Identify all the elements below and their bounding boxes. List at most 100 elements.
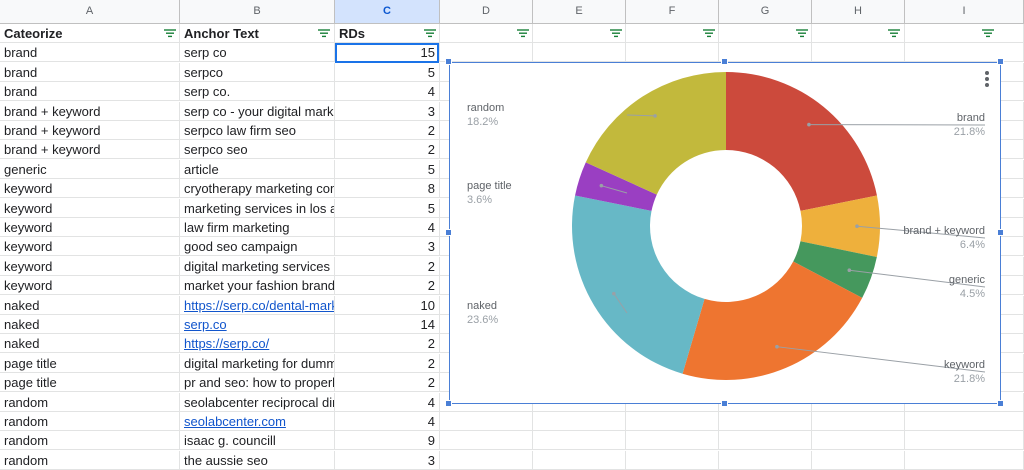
filter-icon-f[interactable] xyxy=(703,29,715,38)
cell-anchor-text[interactable]: serpco xyxy=(180,62,335,82)
cell-rds[interactable]: 5 xyxy=(335,62,440,82)
cell-anchor-text[interactable]: https://serp.co/ xyxy=(180,334,335,354)
cell-category[interactable]: keyword xyxy=(0,237,180,257)
chart-resize-handle[interactable] xyxy=(997,229,1004,236)
cell-empty[interactable] xyxy=(905,412,1024,431)
cell-anchor-text[interactable]: serp.co xyxy=(180,315,335,334)
filter-icon-d[interactable] xyxy=(517,29,529,38)
cell-category[interactable]: keyword xyxy=(0,256,180,276)
cell-empty[interactable] xyxy=(533,431,626,451)
column-header-e[interactable]: E xyxy=(533,0,626,23)
cell-anchor-text[interactable]: law firm marketing xyxy=(180,218,335,237)
cell-rds[interactable]: 2 xyxy=(335,276,440,296)
cell-empty[interactable] xyxy=(440,431,533,451)
cell-rds[interactable]: 10 xyxy=(335,295,440,315)
cell-anchor-text[interactable]: seolabcenter.com xyxy=(180,412,335,431)
cell-rds[interactable]: 4 xyxy=(335,412,440,431)
cell-empty[interactable] xyxy=(812,431,905,451)
cell-empty[interactable] xyxy=(440,43,533,63)
cell-empty[interactable] xyxy=(905,450,1024,470)
cell-empty[interactable] xyxy=(626,431,719,451)
cell-category[interactable]: naked xyxy=(0,315,180,334)
cell-category[interactable]: brand xyxy=(0,62,180,82)
header-cell-anchor-text[interactable]: Anchor Text xyxy=(180,24,335,43)
cell-empty[interactable] xyxy=(533,412,626,431)
cell-category[interactable]: brand + keyword xyxy=(0,121,180,140)
cell-anchor-text[interactable]: serp co xyxy=(180,43,335,63)
cell-empty[interactable] xyxy=(812,412,905,431)
chart-resize-handle[interactable] xyxy=(445,400,452,407)
cell-category[interactable]: brand xyxy=(0,43,180,63)
cell-rds[interactable]: 2 xyxy=(335,353,440,373)
filter-icon-g[interactable] xyxy=(796,29,808,38)
cell-rds[interactable]: 4 xyxy=(335,82,440,102)
cell-empty[interactable] xyxy=(719,431,812,451)
cell-rds[interactable]: 15 xyxy=(335,43,440,63)
cell-anchor-text[interactable]: market your fashion brand xyxy=(180,276,335,296)
cell-empty[interactable] xyxy=(719,450,812,470)
donut-chart[interactable]: brand 21.8% brand + keyword 6.4% generic 4.5%… xyxy=(449,62,1001,404)
cell-anchor-text[interactable]: serpco law firm seo xyxy=(180,121,335,140)
cell-empty[interactable] xyxy=(719,412,812,431)
cell-category[interactable]: naked xyxy=(0,295,180,315)
column-header-a[interactable]: A xyxy=(0,0,180,23)
cell-empty[interactable] xyxy=(626,450,719,470)
cell-rds[interactable]: 9 xyxy=(335,431,440,451)
cell-rds[interactable]: 2 xyxy=(335,256,440,276)
column-header-h[interactable]: H xyxy=(812,0,905,23)
cell-category[interactable]: brand + keyword xyxy=(0,101,180,121)
cell-rds[interactable]: 5 xyxy=(335,198,440,218)
cell-empty[interactable] xyxy=(626,412,719,431)
chart-menu-icon[interactable] xyxy=(984,71,990,87)
cell-category[interactable]: keyword xyxy=(0,198,180,218)
cell-empty[interactable] xyxy=(812,450,905,470)
filter-icon-h[interactable] xyxy=(888,29,900,38)
column-header-b[interactable]: B xyxy=(180,0,335,23)
cell-anchor-text[interactable]: digital marketing for dummies xyxy=(180,353,335,373)
column-header-d[interactable]: D xyxy=(440,0,533,23)
cell-rds[interactable]: 2 xyxy=(335,334,440,354)
filter-icon-i[interactable] xyxy=(982,29,994,38)
chart-resize-handle[interactable] xyxy=(721,58,728,65)
cell-category[interactable]: random xyxy=(0,450,180,470)
cell-empty[interactable] xyxy=(905,431,1024,451)
cell-anchor-text[interactable]: https://serp.co/dental-marketing xyxy=(180,295,335,315)
cell-rds[interactable]: 3 xyxy=(335,101,440,121)
chart-resize-handle[interactable] xyxy=(445,58,452,65)
cell-category[interactable]: random xyxy=(0,412,180,431)
cell-rds[interactable]: 2 xyxy=(335,373,440,393)
cell-rds[interactable]: 4 xyxy=(335,392,440,412)
cell-rds[interactable]: 2 xyxy=(335,140,440,160)
filter-icon-b[interactable] xyxy=(318,29,330,38)
cell-category[interactable]: random xyxy=(0,431,180,451)
cell-anchor-text[interactable]: marketing services in los angeles xyxy=(180,198,335,218)
cell-rds[interactable]: 3 xyxy=(335,450,440,470)
cell-category[interactable]: keyword xyxy=(0,179,180,199)
filter-icon-a[interactable] xyxy=(164,29,176,38)
chart-resize-handle[interactable] xyxy=(445,229,452,236)
cell-empty[interactable] xyxy=(533,43,626,63)
filter-icon-c[interactable] xyxy=(424,29,436,38)
slice-brand[interactable] xyxy=(726,72,877,211)
column-header-i[interactable]: I xyxy=(905,0,1024,23)
cell-rds[interactable]: 4 xyxy=(335,218,440,237)
slice-naked[interactable] xyxy=(572,195,705,374)
cell-empty[interactable] xyxy=(812,43,905,63)
header-cell-category[interactable]: Cateorize xyxy=(0,24,180,43)
cell-anchor-text[interactable]: good seo campaign xyxy=(180,237,335,257)
column-header-c[interactable]: C xyxy=(335,0,440,23)
cell-category[interactable]: random xyxy=(0,392,180,412)
cell-anchor-text[interactable]: pr and seo: how to properly use xyxy=(180,373,335,393)
cell-category[interactable]: page title xyxy=(0,373,180,393)
cell-category[interactable]: page title xyxy=(0,353,180,373)
cell-category[interactable]: brand xyxy=(0,82,180,102)
cell-rds[interactable]: 14 xyxy=(335,315,440,334)
cell-empty[interactable] xyxy=(905,43,1024,63)
cell-anchor-text[interactable]: the aussie seo xyxy=(180,450,335,470)
chart-resize-handle[interactable] xyxy=(997,400,1004,407)
cell-empty[interactable] xyxy=(440,450,533,470)
filter-icon-e[interactable] xyxy=(610,29,622,38)
cell-rds[interactable]: 3 xyxy=(335,237,440,257)
cell-rds[interactable]: 2 xyxy=(335,121,440,140)
cell-category[interactable]: keyword xyxy=(0,276,180,296)
